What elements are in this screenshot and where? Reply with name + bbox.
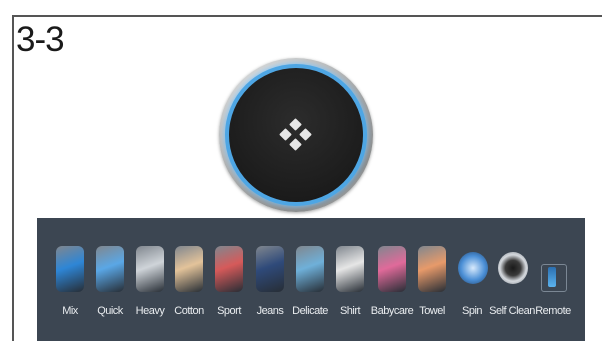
spin-icon <box>458 252 488 284</box>
babycare-icon <box>378 246 406 292</box>
towel-icon <box>418 246 446 292</box>
mixed-garment-icon <box>56 246 84 292</box>
cotton-shirt-icon <box>175 246 203 292</box>
remote-signal-icon <box>548 267 556 287</box>
dial-ring <box>225 64 367 206</box>
quick-wash-icon <box>96 246 124 292</box>
four-diamond-icon <box>279 118 312 151</box>
delicate-icon <box>296 246 324 292</box>
program-remote[interactable]: Remote <box>531 246 575 326</box>
remote-icon <box>541 264 567 292</box>
heavy-stack-icon <box>136 246 164 292</box>
jeans-icon <box>256 246 284 292</box>
step-label: 3-3 <box>16 20 65 59</box>
program-label: Remote <box>535 305 571 317</box>
dial-face <box>229 68 363 202</box>
program-list: Mix Quick Heavy Cotton Sport Jeans Delicate Shi… <box>37 218 585 341</box>
shirt-icon <box>336 246 364 292</box>
sport-jacket-icon <box>215 246 243 292</box>
program-panel: Mix Quick Heavy Cotton Sport Jeans Delicate Shi… <box>37 218 585 341</box>
control-dial[interactable] <box>219 58 373 212</box>
self-clean-icon <box>498 252 528 284</box>
